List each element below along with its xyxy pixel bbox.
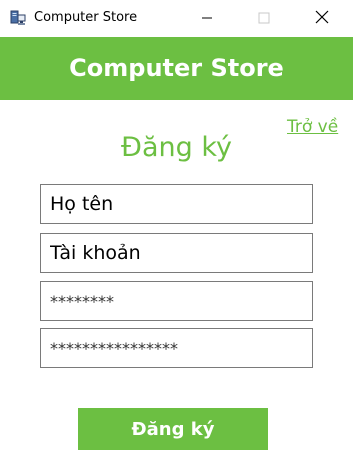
username-field[interactable] [40, 233, 313, 273]
banner-title: Computer Store [69, 54, 284, 82]
minimize-icon [201, 9, 213, 28]
password-field[interactable] [40, 281, 313, 321]
form-title: Đăng ký [121, 132, 232, 163]
window-title: Computer Store [34, 10, 138, 25]
minimize-button[interactable] [184, 0, 230, 37]
register-button[interactable]: Đăng ký [78, 408, 268, 450]
confirm-password-field[interactable] [40, 328, 313, 368]
title-bar: Computer Store [0, 0, 353, 37]
header-banner: Computer Store [0, 37, 353, 100]
close-icon [315, 9, 329, 28]
full-name-field[interactable] [40, 184, 313, 224]
close-button[interactable] [299, 0, 345, 37]
maximize-icon [258, 9, 270, 28]
computer-icon [10, 10, 26, 26]
maximize-button[interactable] [241, 0, 287, 37]
